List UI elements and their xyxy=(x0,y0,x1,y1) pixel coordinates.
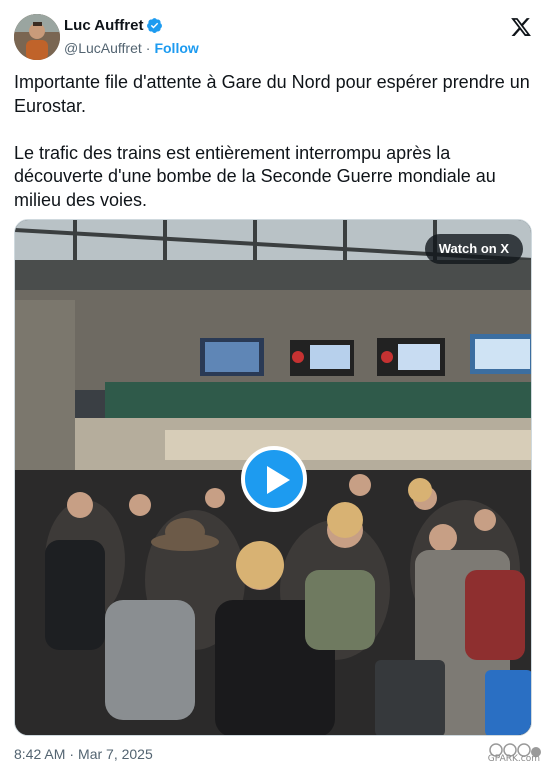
tweet-text: Importante file d'attente à Gare du Nord… xyxy=(14,71,532,236)
verified-badge-icon xyxy=(146,17,163,34)
author-name[interactable]: Luc Auffret xyxy=(64,17,143,34)
follow-button[interactable]: Follow xyxy=(154,40,198,56)
author-handle[interactable]: @LucAuffret xyxy=(64,40,142,56)
author-name-row: Luc Auffret xyxy=(64,17,163,34)
tweet-header: Luc Auffret @LucAuffret · Follow xyxy=(14,14,534,60)
tweet-time: 8:42 AM xyxy=(14,746,66,762)
tweet-date: Mar 7, 2025 xyxy=(78,746,153,762)
play-icon xyxy=(267,466,290,494)
video-thumbnail[interactable]: Watch on X xyxy=(14,219,532,736)
handle-row: @LucAuffret · Follow xyxy=(64,40,199,56)
watermark-text: GPARK.com xyxy=(487,754,540,764)
tweet-timestamp[interactable]: 8:42 AM · Mar 7, 2025 xyxy=(14,746,153,762)
tweet-paragraph: Le trafic des trains est entièrement int… xyxy=(14,142,496,210)
watch-on-x-button[interactable]: Watch on X xyxy=(424,234,523,264)
tweet-card: Luc Auffret @LucAuffret · Follow Importa… xyxy=(0,0,546,766)
separator-dot: · xyxy=(69,746,75,762)
separator-dot: · xyxy=(145,40,151,56)
tweet-paragraph: Importante file d'attente à Gare du Nord… xyxy=(14,72,530,116)
x-logo-icon[interactable] xyxy=(510,16,532,38)
avatar[interactable] xyxy=(14,14,60,60)
play-button[interactable] xyxy=(241,446,307,512)
